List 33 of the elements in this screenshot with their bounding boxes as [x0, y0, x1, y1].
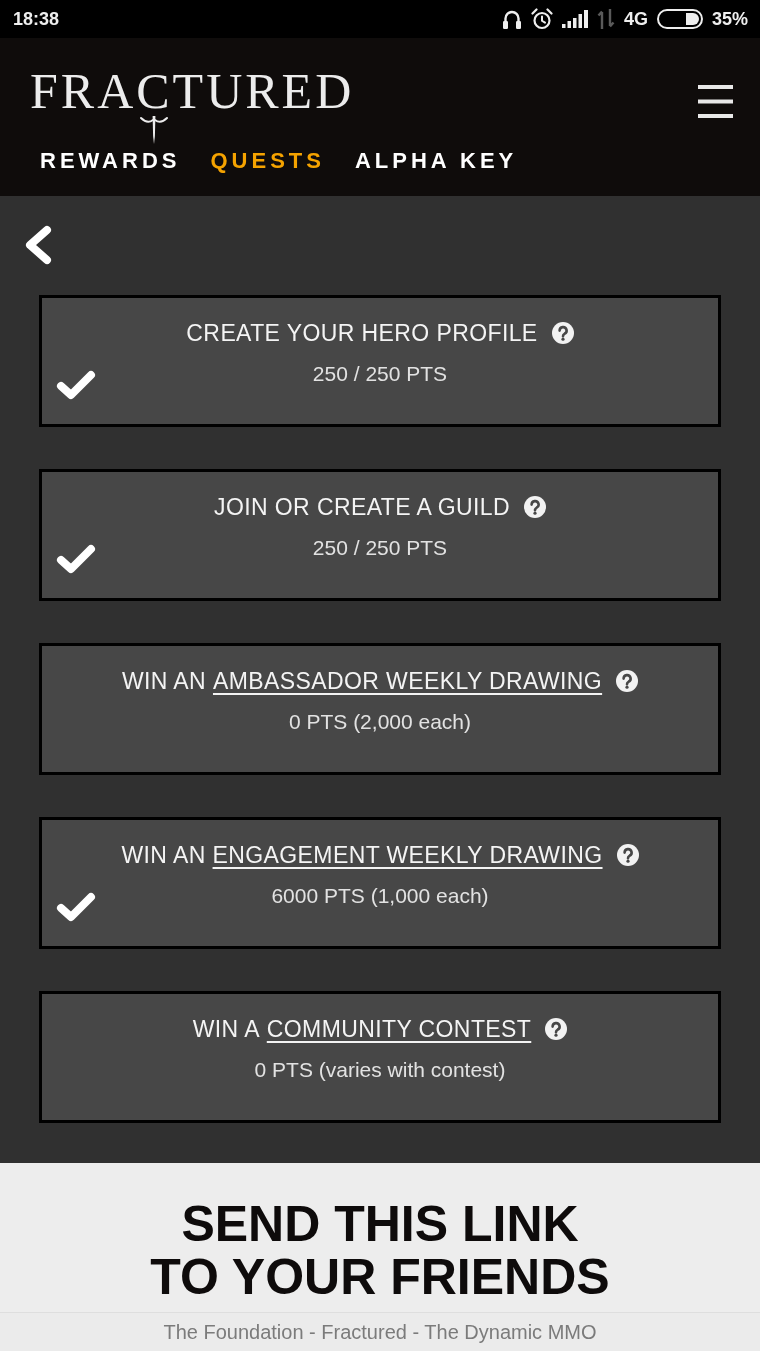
help-icon[interactable] [551, 322, 574, 344]
menu-icon[interactable] [698, 85, 733, 118]
battery-icon [656, 9, 703, 29]
quest-points: 250 / 250 PTS [312, 361, 448, 387]
quest-link[interactable]: COMMUNITY CONTEST [266, 1016, 532, 1042]
nav-tab[interactable]: QUESTS [210, 148, 325, 174]
status-time: 18:38 [13, 8, 60, 30]
help-icon[interactable] [616, 670, 639, 692]
quest-points: 0 PTS (2,000 each) [288, 709, 472, 735]
headphones-icon [501, 8, 522, 30]
battery-percent: 35% [711, 8, 748, 30]
signal-icon [561, 10, 588, 28]
help-icon[interactable] [523, 496, 546, 518]
quest-title: JOIN OR CREATE A GUILD [214, 493, 510, 522]
quest-points: 6000 PTS (1,000 each) [271, 883, 489, 909]
quest-title: WIN AN AMBASSADOR WEEKLY DRAWING [121, 667, 603, 696]
quest-title: CREATE YOUR HERO PROFILE [186, 319, 538, 348]
page-title: The Foundation - Fractured - The Dynamic MMO [163, 1320, 597, 1344]
quest-points: 0 PTS (varies with contest) [254, 1057, 506, 1083]
logo-wordmark[interactable]: FRACTURED [30, 66, 355, 116]
help-icon[interactable] [545, 1018, 568, 1040]
quest-link[interactable]: ENGAGEMENT WEEKLY DRAWING [212, 842, 603, 868]
nav-tab[interactable]: REWARDS [40, 148, 181, 174]
share-heading: SEND THIS LINK TO YOUR FRIENDS [149, 1198, 611, 1303]
quest-title: WIN AN ENGAGEMENT WEEKLY DRAWING [121, 841, 603, 870]
help-icon[interactable] [616, 844, 639, 866]
quest-points: 250 / 250 PTS [312, 535, 448, 561]
network-type: 4G [623, 8, 648, 30]
quest-title: WIN A COMMUNITY CONTEST [192, 1015, 532, 1044]
nav-tab[interactable]: ALPHA KEY [354, 148, 518, 174]
alarm-icon [530, 8, 553, 30]
quest-link[interactable]: AMBASSADOR WEEKLY DRAWING [212, 668, 603, 694]
data-arrows-icon [596, 9, 615, 29]
